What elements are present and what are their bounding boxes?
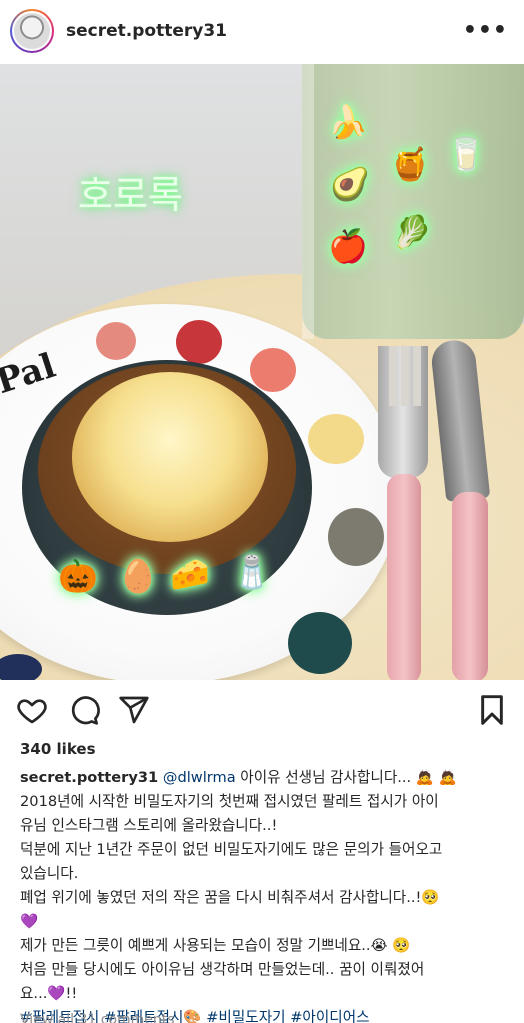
hashtag-link[interactable]: #아이디어스 xyxy=(290,1009,369,1023)
caption-line: 있습니다. xyxy=(20,865,79,882)
avocado-sticker: 🥑 xyxy=(330,165,370,203)
caption-line: secret.pottery31 @dlwlrma 아이유 선생님 감사합니다.… xyxy=(20,766,510,790)
fork-gap-1 xyxy=(389,346,397,406)
caption-line: 덕분에 지난 1년간 주문이 없던 비밀도자기에도 많은 문의가 들어오고 xyxy=(20,841,443,858)
post-actions xyxy=(0,690,524,730)
banana-sticker: 🍌 xyxy=(328,103,368,141)
fork-gap-2 xyxy=(401,346,409,406)
caption-username[interactable]: secret.pottery31 xyxy=(20,769,158,786)
caption-line: 처음 만들 당시에도 아이유님 생각하며 만들었는데.. 꿈이 이뤄졌어 xyxy=(20,961,425,978)
knife xyxy=(429,338,500,680)
overlay-text: 호로록 xyxy=(78,173,183,217)
caption-line: 제가 만든 그릇이 예쁘게 사용되는 모습이 정말 기쁘네요..😭 🥺 xyxy=(20,937,411,954)
post-photo[interactable]: Pal 호로록 🍌 🍯 🥛 🥑 🍎 🥬 🎃 🥚 🧀 🧂 xyxy=(0,64,524,680)
melted-cheese xyxy=(72,372,268,542)
plate-dot-yellow xyxy=(308,414,364,464)
fork-handle xyxy=(387,474,421,680)
plate-dot-red xyxy=(96,322,136,360)
mention-link[interactable]: @dlwlrma xyxy=(163,769,236,786)
plate-dot-teal xyxy=(288,612,352,674)
plate-dot-crimson xyxy=(176,320,222,364)
avatar-image xyxy=(12,11,52,51)
caption-line: 💜 xyxy=(20,913,39,930)
more-options-icon[interactable]: ••• xyxy=(463,18,508,43)
fork-gap-3 xyxy=(413,346,421,406)
leafy-green-sticker: 🥬 xyxy=(392,213,432,251)
post-username[interactable]: secret.pottery31 xyxy=(66,21,227,41)
post-header: secret.pottery31 ••• xyxy=(0,0,524,62)
caption-line: 유님 인스타그램 스토리에 올라왔습니다..! xyxy=(20,817,278,834)
milk-sticker: 🥛 xyxy=(446,135,486,173)
caption-line: 2018년에 시작한 비밀도자기의 첫번째 접시였던 팔레트 접시가 아이 xyxy=(20,793,439,810)
apple-sticker: 🍎 xyxy=(328,227,368,265)
bookmark-icon[interactable] xyxy=(476,694,508,726)
caption-text: 아이유 선생님 감사합니다... 🙇 🙇 xyxy=(235,769,457,786)
egg-sticker: 🥚 xyxy=(118,557,158,595)
post-caption: secret.pottery31 @dlwlrma 아이유 선생님 감사합니다.… xyxy=(20,766,510,1023)
profile-avatar[interactable] xyxy=(10,9,54,53)
honey-sticker: 🍯 xyxy=(390,145,430,183)
knife-blade xyxy=(429,338,491,502)
fork xyxy=(376,346,430,680)
heart-icon[interactable] xyxy=(16,694,48,726)
salt-sticker: 🧂 xyxy=(232,553,272,591)
share-icon[interactable] xyxy=(118,694,150,726)
plate-dot-coral xyxy=(250,348,296,392)
caption-line: 요...💜!! xyxy=(20,985,78,1002)
pumpkin-sticker: 🎃 xyxy=(58,557,98,595)
hashtag-link[interactable]: #비밀도자기 xyxy=(206,1009,285,1023)
view-comments-link[interactable]: View all 31 comments xyxy=(20,1012,175,1023)
knife-handle xyxy=(452,492,488,680)
likes-count[interactable]: 340 likes xyxy=(20,740,96,758)
cheese-sticker: 🧀 xyxy=(170,555,210,593)
plate-dot-navy xyxy=(0,654,42,680)
comment-icon[interactable] xyxy=(68,694,100,726)
caption-line: 폐업 위기에 놓였던 저의 작은 꿈을 다시 비춰주셔서 감사합니다..!🥺 xyxy=(20,889,440,906)
glass-highlight xyxy=(302,64,314,339)
